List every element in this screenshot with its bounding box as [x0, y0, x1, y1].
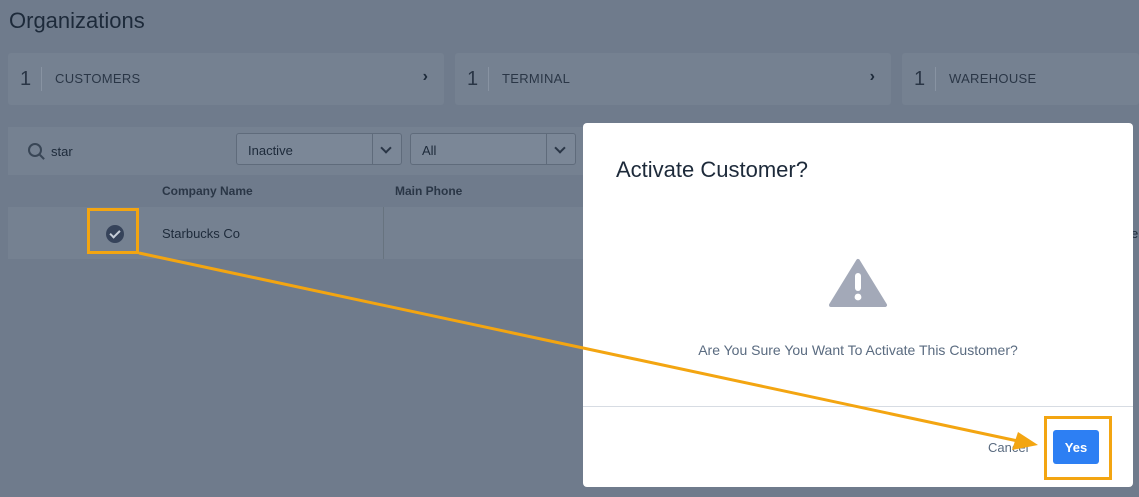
- annotation-arrow: [138, 251, 1038, 450]
